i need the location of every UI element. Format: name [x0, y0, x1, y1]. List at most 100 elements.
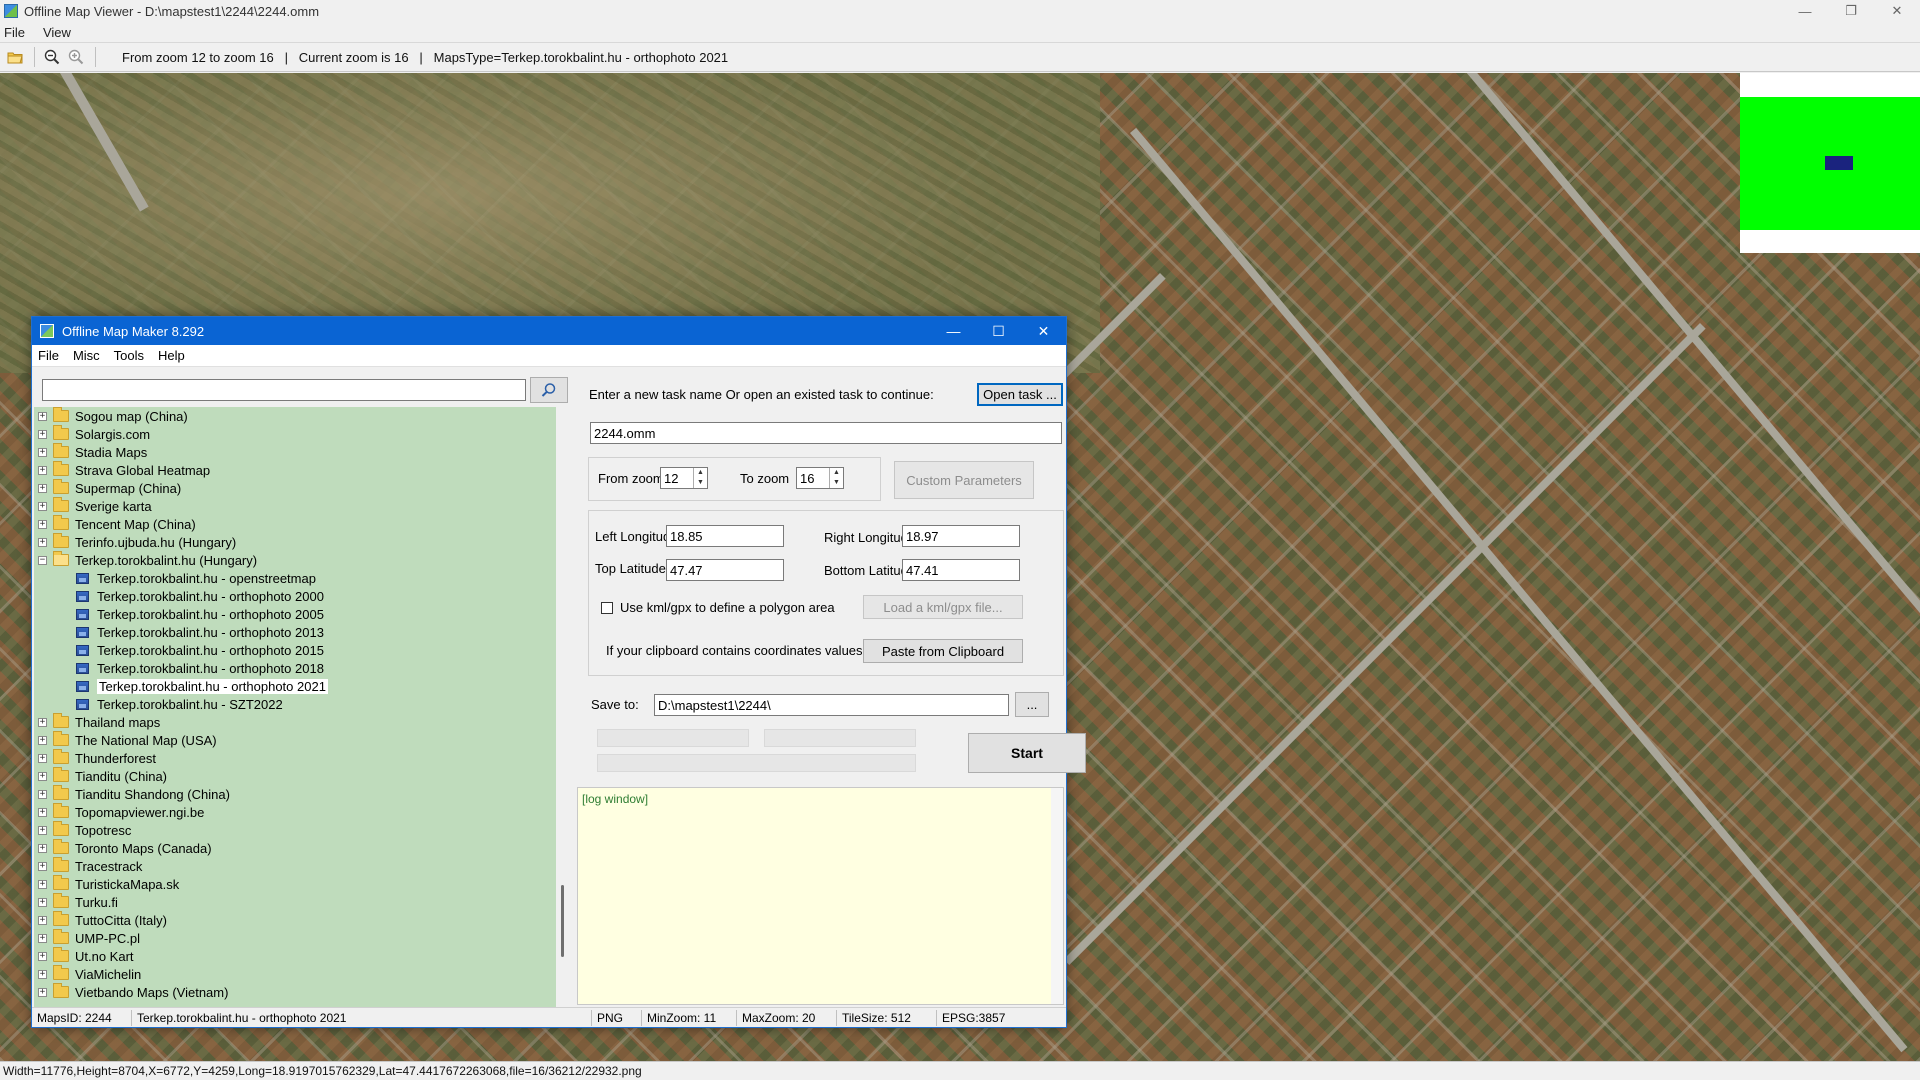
tree-folder-item[interactable]: + Sogou map (China): [34, 407, 556, 425]
tree-folder-item[interactable]: + Terinfo.ujbuda.hu (Hungary): [34, 533, 556, 551]
tree-map-item[interactable]: Terkep.torokbalint.hu - orthophoto 2005: [34, 605, 556, 623]
expand-icon[interactable]: +: [38, 735, 47, 745]
tree-folder-item[interactable]: + ViaMichelin: [34, 965, 556, 983]
tree-folder-item[interactable]: + Solargis.com: [34, 425, 556, 443]
expand-icon[interactable]: +: [38, 753, 47, 763]
expand-icon[interactable]: +: [38, 843, 47, 853]
tree-map-item[interactable]: Terkep.torokbalint.hu - openstreetmap: [34, 569, 556, 587]
tree-folder-item[interactable]: + Thunderforest: [34, 749, 556, 767]
tree-folder-item[interactable]: + Toronto Maps (Canada): [34, 839, 556, 857]
tree-folder-item[interactable]: + Tencent Map (China): [34, 515, 556, 533]
tree-map-item[interactable]: Terkep.torokbalint.hu - orthophoto 2021: [34, 677, 556, 695]
expand-icon[interactable]: +: [38, 897, 47, 907]
tree-folder-item[interactable]: + Tianditu (China): [34, 767, 556, 785]
minimize-button[interactable]: —: [1782, 0, 1828, 22]
expand-icon[interactable]: +: [38, 717, 47, 727]
custom-parameters-button[interactable]: Custom Parameters: [894, 461, 1034, 499]
maps-tree[interactable]: + Sogou map (China) + Solargis.com + Stadia M…: [34, 407, 556, 1007]
expand-icon[interactable]: +: [38, 429, 47, 439]
expand-icon[interactable]: +: [38, 465, 47, 475]
tree-folder-item[interactable]: + Turku.fi: [34, 893, 556, 911]
tree-folder-item[interactable]: + Supermap (China): [34, 479, 556, 497]
expand-icon[interactable]: +: [38, 807, 47, 817]
dialog-menu-file[interactable]: File: [38, 348, 59, 363]
spin-down-icon[interactable]: ▼: [694, 478, 707, 488]
tree-folder-item[interactable]: + Topomapviewer.ngi.be: [34, 803, 556, 821]
dialog-minimize-button[interactable]: —: [931, 317, 976, 345]
top-latitude-input[interactable]: 47.47: [666, 559, 784, 581]
kml-checkbox[interactable]: [601, 602, 613, 614]
dialog-close-button[interactable]: ✕: [1021, 317, 1066, 345]
tree-folder-item[interactable]: + TuristickaMapa.sk: [34, 875, 556, 893]
spin-down-icon[interactable]: ▼: [830, 478, 843, 488]
expand-icon[interactable]: +: [38, 447, 47, 457]
collapse-icon[interactable]: −: [38, 555, 47, 565]
expand-icon[interactable]: +: [38, 789, 47, 799]
tree-folder-item[interactable]: + The National Map (USA): [34, 731, 556, 749]
expand-icon[interactable]: +: [38, 933, 47, 943]
browse-button[interactable]: ...: [1015, 692, 1049, 717]
tree-folder-item[interactable]: + Stadia Maps: [34, 443, 556, 461]
tree-folder-item[interactable]: + Thailand maps: [34, 713, 556, 731]
tree-folder-item[interactable]: + Strava Global Heatmap: [34, 461, 556, 479]
tree-map-item[interactable]: Terkep.torokbalint.hu - orthophoto 2018: [34, 659, 556, 677]
close-button[interactable]: ✕: [1874, 0, 1920, 22]
expand-icon[interactable]: +: [38, 915, 47, 925]
zoom-out-icon[interactable]: [41, 46, 63, 68]
expand-icon[interactable]: +: [38, 501, 47, 511]
tree-map-item[interactable]: Terkep.torokbalint.hu - orthophoto 2013: [34, 623, 556, 641]
expand-icon[interactable]: +: [38, 537, 47, 547]
right-longitude-input[interactable]: 18.97: [902, 525, 1020, 547]
paste-from-clipboard-button[interactable]: Paste from Clipboard: [863, 639, 1023, 663]
tree-scrollbar[interactable]: [557, 407, 570, 1007]
start-button[interactable]: Start: [968, 733, 1086, 773]
save-path-input[interactable]: D:\mapstest1\2244\: [654, 694, 1009, 716]
tree-folder-item[interactable]: + Topotresc: [34, 821, 556, 839]
overview-map[interactable]: [1740, 73, 1920, 253]
expand-icon[interactable]: +: [38, 879, 47, 889]
search-input[interactable]: [42, 379, 526, 401]
dialog-menu-misc[interactable]: Misc: [73, 348, 100, 363]
from-zoom-spinner[interactable]: 12 ▲ ▼: [660, 467, 708, 489]
tree-map-item[interactable]: Terkep.torokbalint.hu - orthophoto 2015: [34, 641, 556, 659]
menu-file[interactable]: File: [4, 25, 25, 40]
tree-folder-item[interactable]: + Tianditu Shandong (China): [34, 785, 556, 803]
tree-folder-item[interactable]: + TuttoCitta (Italy): [34, 911, 556, 929]
expand-icon[interactable]: +: [38, 519, 47, 529]
zoom-in-icon[interactable]: [65, 46, 87, 68]
tree-folder-item[interactable]: + Vietbando Maps (Vietnam): [34, 983, 556, 1001]
load-kml-button[interactable]: Load a kml/gpx file...: [863, 595, 1023, 619]
expand-icon[interactable]: +: [38, 861, 47, 871]
log-window[interactable]: [log window]: [577, 787, 1064, 1005]
expand-icon[interactable]: +: [38, 771, 47, 781]
left-longitude-input[interactable]: 18.85: [666, 525, 784, 547]
overview-viewport[interactable]: [1825, 156, 1853, 170]
expand-icon[interactable]: +: [38, 969, 47, 979]
expand-icon[interactable]: +: [38, 951, 47, 961]
tree-map-item[interactable]: Terkep.torokbalint.hu - SZT2022: [34, 695, 556, 713]
bottom-latitude-input[interactable]: 47.41: [902, 559, 1020, 581]
spin-up-icon[interactable]: ▲: [694, 468, 707, 478]
tree-folder-item[interactable]: + UMP-PC.pl: [34, 929, 556, 947]
menu-view[interactable]: View: [43, 25, 71, 40]
restore-button[interactable]: ❐: [1828, 0, 1874, 22]
tree-folder-item[interactable]: + Sverige karta: [34, 497, 556, 515]
expand-icon[interactable]: +: [38, 825, 47, 835]
dialog-menu-help[interactable]: Help: [158, 348, 185, 363]
tree-scroll-thumb[interactable]: [561, 885, 564, 957]
expand-icon[interactable]: +: [38, 987, 47, 997]
search-button[interactable]: [530, 377, 568, 403]
tree-folder-item[interactable]: + Ut.no Kart: [34, 947, 556, 965]
log-scrollbar[interactable]: [1051, 788, 1063, 1004]
task-name-input[interactable]: 2244.omm: [590, 422, 1062, 444]
dialog-maximize-button[interactable]: ☐: [976, 317, 1021, 345]
to-zoom-spinner[interactable]: 16 ▲ ▼: [796, 467, 844, 489]
expand-icon[interactable]: +: [38, 483, 47, 493]
dialog-menu-tools[interactable]: Tools: [114, 348, 144, 363]
spin-up-icon[interactable]: ▲: [830, 468, 843, 478]
tree-folder-item[interactable]: − Terkep.torokbalint.hu (Hungary): [34, 551, 556, 569]
expand-icon[interactable]: +: [38, 411, 47, 421]
open-folder-icon[interactable]: [4, 46, 26, 68]
open-task-button[interactable]: Open task ...: [977, 383, 1063, 406]
tree-map-item[interactable]: Terkep.torokbalint.hu - orthophoto 2000: [34, 587, 556, 605]
